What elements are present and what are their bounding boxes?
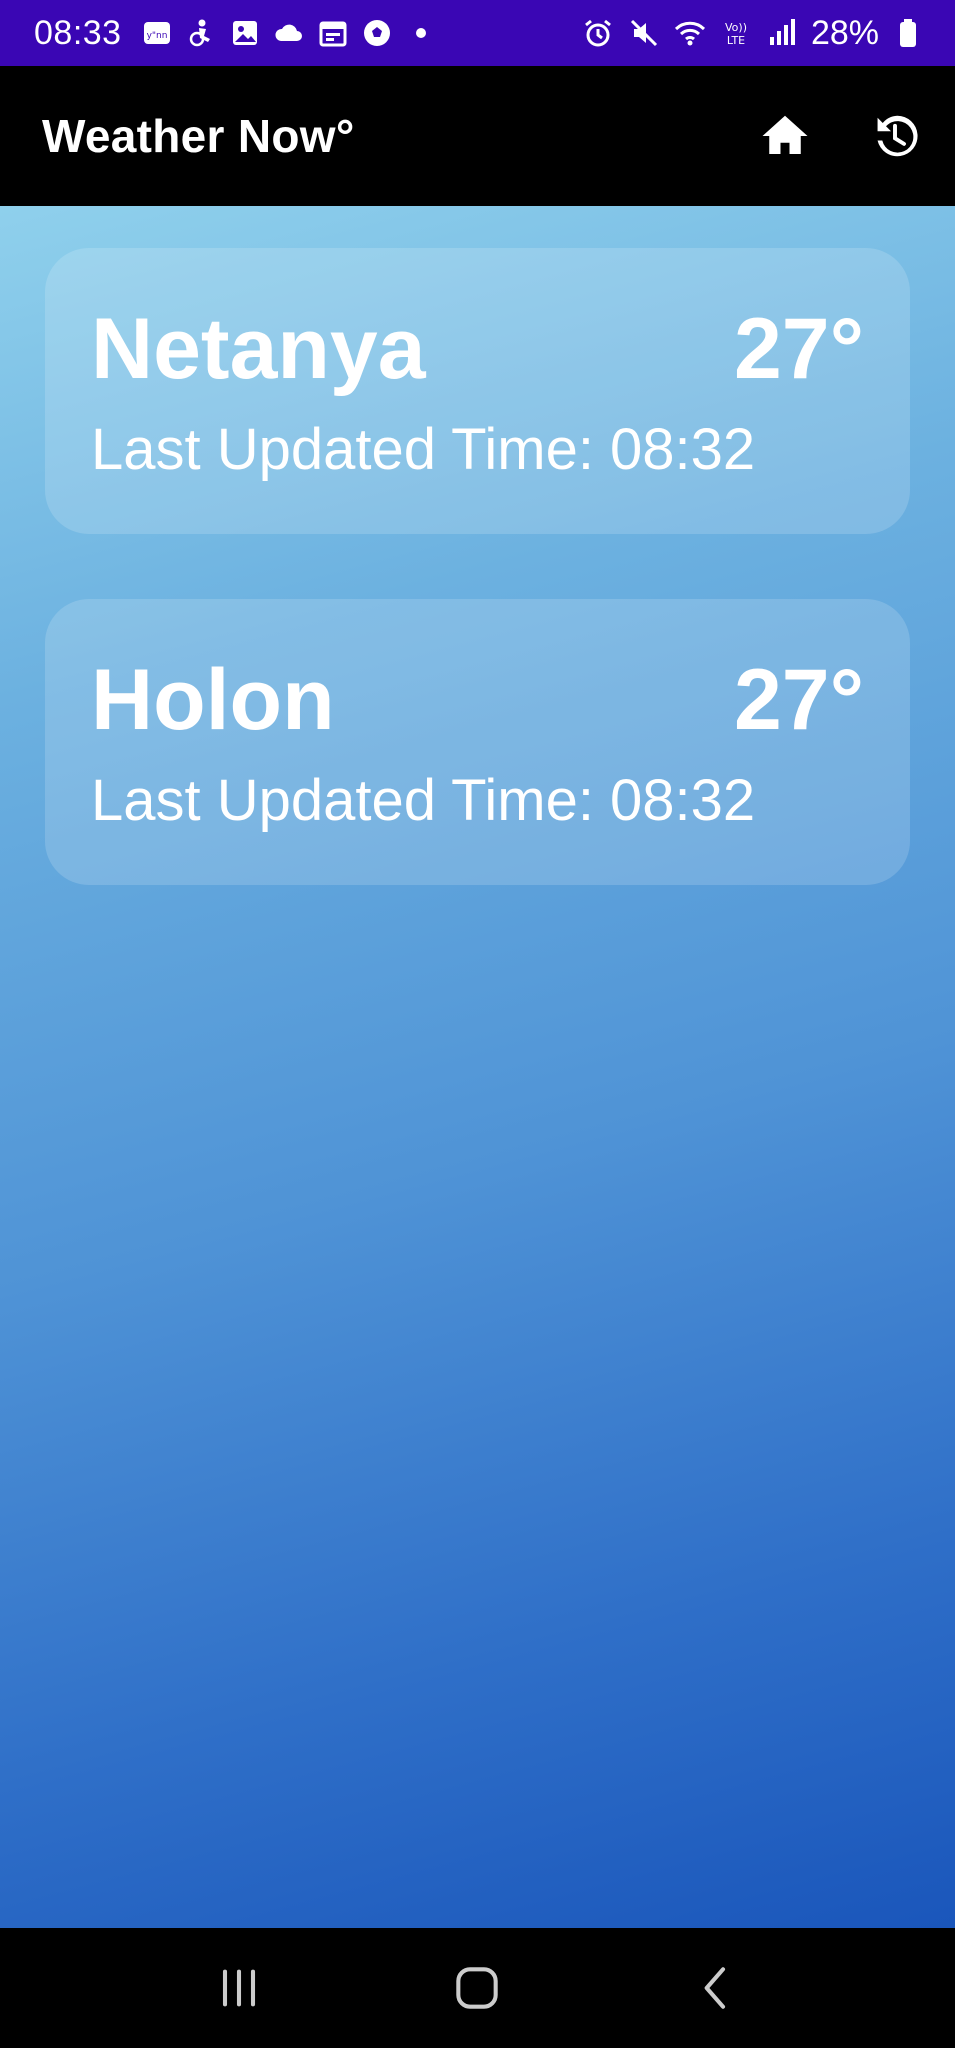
dot-icon bbox=[404, 16, 438, 50]
news-icon: y"nn bbox=[140, 16, 174, 50]
system-nav-bar bbox=[0, 1928, 955, 2048]
svg-text:y"nn: y"nn bbox=[146, 31, 167, 41]
svg-text:Vo)): Vo)) bbox=[725, 21, 747, 34]
city-card-netanya[interactable]: Netanya 27° Last Updated Time: 08:32 bbox=[45, 248, 910, 534]
city-name: Netanya bbox=[91, 301, 426, 397]
battery-percent: 28% bbox=[810, 13, 879, 52]
status-left: 08:33 y"nn bbox=[34, 14, 438, 53]
last-updated-time: 08:32 bbox=[609, 417, 756, 482]
card-header: Netanya 27° bbox=[91, 306, 864, 392]
back-button[interactable] bbox=[676, 1948, 756, 2028]
screen: 08:33 y"nn Vo)) LTE 28% Weather Now° Net… bbox=[0, 0, 955, 2048]
svg-text:LTE: LTE bbox=[727, 34, 745, 47]
recents-icon bbox=[223, 1969, 256, 2007]
soccer-ball-icon bbox=[360, 16, 394, 50]
status-time: 08:33 bbox=[34, 13, 122, 52]
history-icon bbox=[877, 115, 918, 157]
last-updated-label: Last Updated Time: bbox=[91, 417, 594, 482]
accessibility-icon bbox=[184, 16, 218, 50]
app-title: Weather Now° bbox=[42, 110, 355, 162]
wifi-icon bbox=[673, 16, 707, 50]
city-temperature: 27° bbox=[733, 301, 864, 397]
city-temperature: 27° bbox=[733, 652, 864, 748]
last-updated: Last Updated Time: 08:32 bbox=[91, 769, 864, 833]
alarm-icon bbox=[581, 16, 615, 50]
history-button[interactable] bbox=[865, 106, 925, 166]
city-name: Holon bbox=[91, 652, 335, 748]
calendar-icon bbox=[316, 16, 350, 50]
content-area: Netanya 27° Last Updated Time: 08:32 Hol… bbox=[0, 206, 955, 1928]
mute-icon bbox=[627, 16, 661, 50]
home-button[interactable] bbox=[755, 106, 815, 166]
app-actions bbox=[755, 106, 925, 166]
home-nav-button[interactable] bbox=[437, 1948, 517, 2028]
home-nav-icon bbox=[456, 1967, 499, 2009]
city-card-holon[interactable]: Holon 27° Last Updated Time: 08:32 bbox=[45, 599, 910, 885]
home-icon bbox=[762, 115, 808, 154]
app-bar: Weather Now° bbox=[0, 66, 955, 206]
status-right: Vo)) LTE 28% bbox=[581, 14, 925, 53]
last-updated-label: Last Updated Time: bbox=[91, 768, 594, 833]
last-updated: Last Updated Time: 08:32 bbox=[91, 418, 864, 482]
status-bar: 08:33 y"nn Vo)) LTE 28% bbox=[0, 0, 955, 66]
cloud-icon bbox=[272, 16, 306, 50]
volte-icon: Vo)) LTE bbox=[719, 16, 753, 50]
gallery-icon bbox=[228, 16, 262, 50]
battery-icon bbox=[891, 16, 925, 50]
last-updated-time: 08:32 bbox=[609, 768, 756, 833]
signal-icon bbox=[765, 16, 799, 50]
recents-button[interactable] bbox=[199, 1948, 279, 2028]
card-header: Holon 27° bbox=[91, 657, 864, 743]
back-icon bbox=[704, 1967, 725, 2009]
